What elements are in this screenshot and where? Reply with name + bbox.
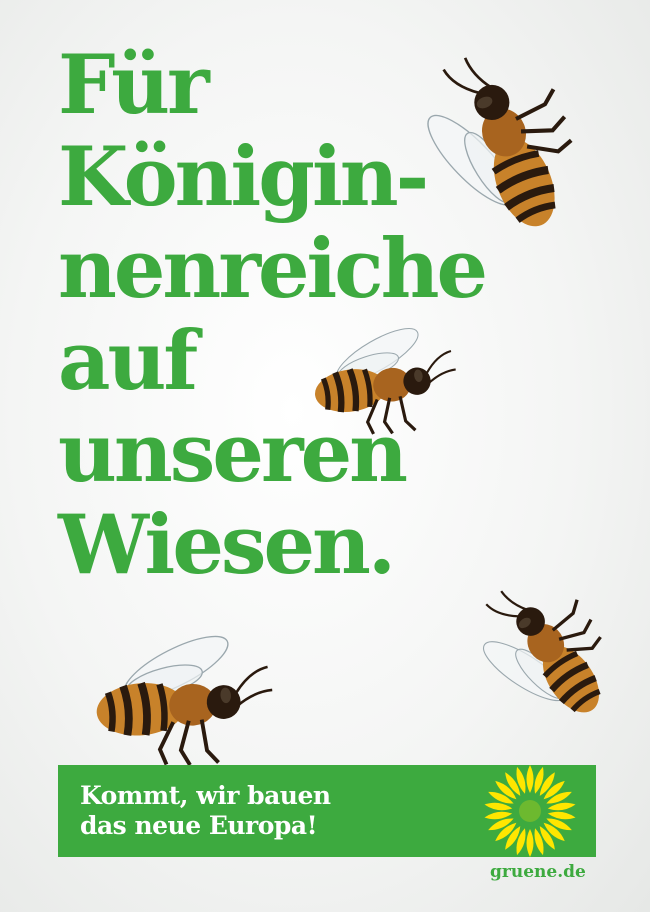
slogan-line-1: Kommt, wir bauen	[80, 781, 331, 810]
slogan-text: Kommt, wir bauen das neue Europa!	[80, 781, 331, 841]
bee-icon	[60, 630, 320, 780]
website-link[interactable]: gruene.de	[490, 862, 586, 882]
headline-line-6: Wiesen.	[58, 498, 396, 593]
slogan-banner: Kommt, wir bauen das neue Europa!	[58, 765, 596, 857]
bee-icon	[380, 20, 630, 250]
slogan-line-2: das neue Europa!	[80, 811, 318, 840]
bee-icon	[445, 540, 650, 750]
sunflower-icon	[484, 765, 576, 857]
bee-icon	[290, 300, 490, 470]
